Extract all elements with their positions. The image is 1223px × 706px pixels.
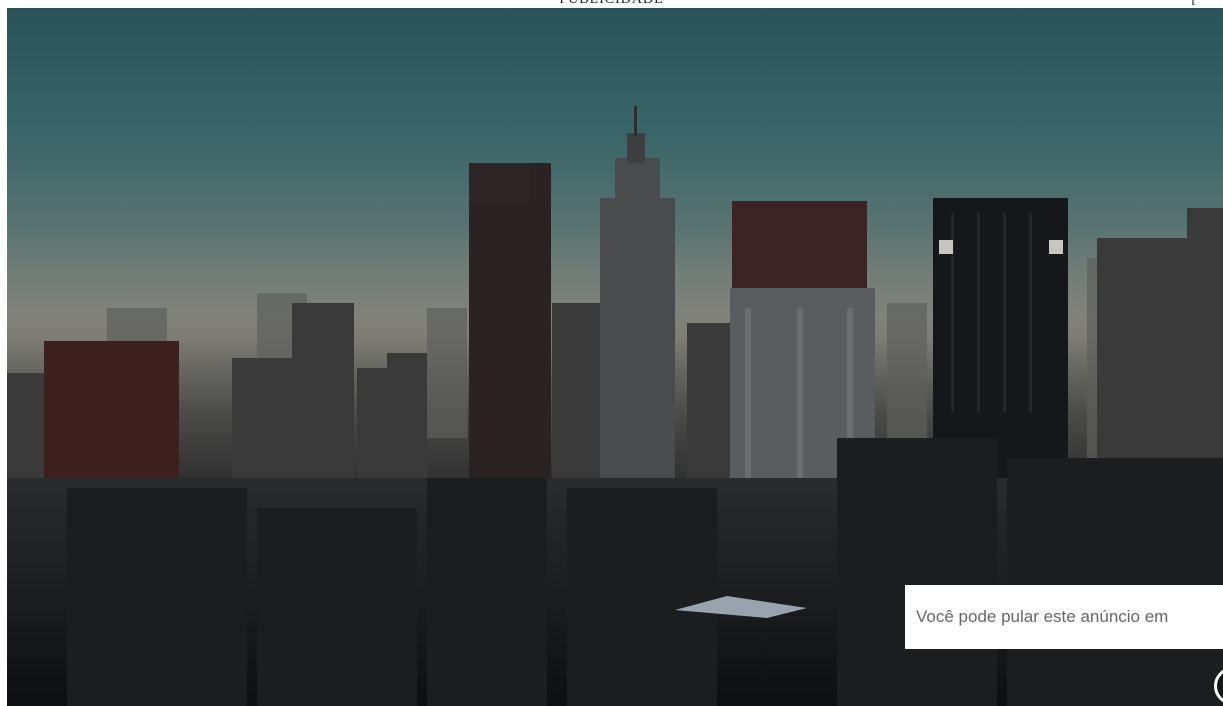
ad-header-bar: PUBLICIDADE [ bbox=[0, 0, 1223, 8]
skip-ad-text: Você pode pular este anúncio em bbox=[916, 607, 1169, 626]
bracket-glyph: [ bbox=[1191, 0, 1196, 8]
publicidade-label: PUBLICIDADE bbox=[0, 0, 1223, 8]
ad-video-player[interactable]: Você pode pular este anúncio em bbox=[7, 8, 1223, 706]
skip-ad-notice: Você pode pular este anúncio em bbox=[905, 585, 1223, 649]
